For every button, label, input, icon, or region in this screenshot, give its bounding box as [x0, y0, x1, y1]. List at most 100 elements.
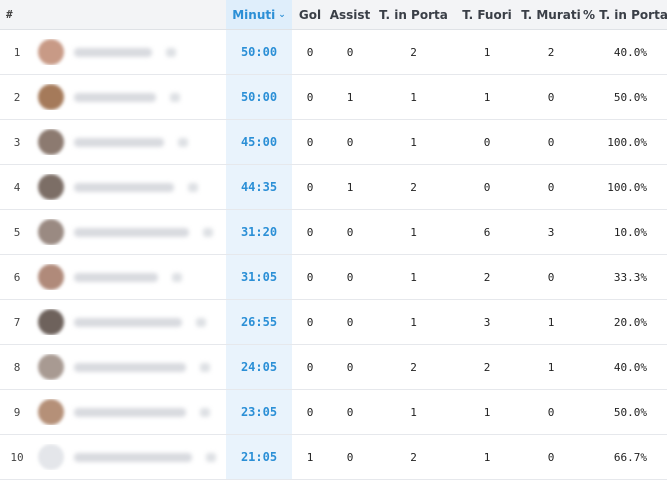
header-shots-off[interactable]: T. Fuori — [455, 8, 519, 22]
goals-cell: 1 — [306, 450, 314, 464]
player-role-blurred — [172, 272, 182, 282]
player-cell[interactable] — [34, 399, 226, 425]
player-cell[interactable] — [34, 309, 226, 335]
pct-on-cell: 10.0% — [613, 225, 647, 239]
table-row[interactable]: 4 44:35 0 1 2 0 0 100.0% — [0, 165, 667, 210]
player-cell[interactable] — [34, 39, 226, 65]
goals-cell: 0 — [306, 270, 314, 284]
player-name-blurred — [74, 407, 186, 417]
player-name-blurred — [74, 92, 156, 102]
shots-on-cell: 1 — [410, 270, 417, 284]
table-row[interactable]: 6 31:05 0 0 1 2 0 33.3% — [0, 255, 667, 300]
assists-cell: 0 — [346, 270, 354, 284]
pct-on-cell: 20.0% — [613, 315, 647, 329]
avatar — [38, 354, 64, 380]
header-shots-on[interactable]: T. in Porta — [372, 8, 455, 22]
player-cell[interactable] — [34, 219, 226, 245]
goals-cell: 0 — [306, 315, 314, 329]
row-num: 5 — [13, 225, 21, 239]
avatar — [38, 219, 64, 245]
player-cell[interactable] — [34, 444, 226, 470]
shots-blocked-cell: 1 — [547, 315, 555, 329]
assists-cell: 0 — [346, 45, 354, 59]
player-name-blurred — [74, 272, 158, 282]
shots-blocked-cell: 0 — [547, 450, 555, 464]
minutes-cell: 31:05 — [226, 255, 292, 299]
goals-cell: 0 — [306, 405, 314, 419]
shots-off-cell: 1 — [483, 450, 491, 464]
row-num: 8 — [13, 360, 21, 374]
table-row[interactable]: 2 50:00 0 1 1 1 0 50.0% — [0, 75, 667, 120]
avatar — [38, 84, 64, 110]
assists-cell: 1 — [346, 180, 354, 194]
table-header: # Minuti ⌄ Gol Assist T. in Porta T. Fuor… — [0, 0, 667, 30]
shots-blocked-cell: 3 — [547, 225, 555, 239]
minutes-cell: 24:05 — [226, 345, 292, 389]
shots-blocked-cell: 1 — [547, 360, 555, 374]
minutes-cell: 44:35 — [226, 165, 292, 209]
minutes-cell: 31:20 — [226, 210, 292, 254]
avatar — [38, 39, 64, 65]
row-num: 4 — [13, 180, 21, 194]
header-minutes[interactable]: Minuti ⌄ — [226, 0, 292, 29]
minutes-cell: 26:55 — [226, 300, 292, 344]
avatar — [38, 264, 64, 290]
table-row[interactable]: 9 23:05 0 0 1 1 0 50.0% — [0, 390, 667, 435]
table-row[interactable]: 8 24:05 0 0 2 2 1 40.0% — [0, 345, 667, 390]
shots-off-cell: 1 — [483, 45, 491, 59]
shots-on-cell: 1 — [410, 90, 417, 104]
player-name-blurred — [74, 227, 189, 237]
shots-off-cell: 2 — [483, 360, 491, 374]
header-minutes-label: Minuti — [232, 7, 276, 22]
pct-on-cell: 33.3% — [613, 270, 647, 284]
pct-on-cell: 50.0% — [613, 90, 647, 104]
header-shots-blocked[interactable]: T. Murati — [519, 8, 583, 22]
shots-on-cell: 2 — [410, 45, 417, 59]
table-row[interactable]: 1 50:00 0 0 2 1 2 40.0% — [0, 30, 667, 75]
shots-blocked-cell: 0 — [547, 180, 555, 194]
goals-cell: 0 — [306, 225, 314, 239]
goals-cell: 0 — [306, 360, 314, 374]
header-assists[interactable]: Assist — [328, 8, 372, 22]
table-row[interactable]: 5 31:20 0 0 1 6 3 10.0% — [0, 210, 667, 255]
header-pct-on[interactable]: % T. in Porta — [583, 8, 667, 22]
header-num[interactable]: # — [0, 8, 34, 21]
minutes-cell: 23:05 — [226, 390, 292, 434]
pct-on-cell: 40.0% — [613, 45, 647, 59]
player-name-blurred — [74, 47, 152, 57]
player-role-blurred — [170, 92, 180, 102]
minutes-cell: 21:05 — [226, 435, 292, 479]
player-cell[interactable] — [34, 264, 226, 290]
row-num: 3 — [13, 135, 21, 149]
assists-cell: 0 — [346, 450, 354, 464]
pct-on-cell: 100.0% — [607, 180, 647, 194]
table-row[interactable]: 7 26:55 0 0 1 3 1 20.0% — [0, 300, 667, 345]
table-row[interactable]: 10 21:05 1 0 2 1 0 66.7% — [0, 435, 667, 480]
player-cell[interactable] — [34, 129, 226, 155]
player-cell[interactable] — [34, 174, 226, 200]
assists-cell: 0 — [346, 135, 354, 149]
shots-off-cell: 6 — [483, 225, 491, 239]
shots-off-cell: 1 — [483, 90, 491, 104]
shots-on-cell: 1 — [410, 405, 417, 419]
goals-cell: 0 — [306, 90, 314, 104]
header-goals[interactable]: Gol — [292, 8, 328, 22]
player-name-blurred — [74, 362, 186, 372]
player-role-blurred — [188, 182, 198, 192]
shots-off-cell: 2 — [483, 270, 491, 284]
row-num: 7 — [13, 315, 21, 329]
minutes-cell: 45:00 — [226, 120, 292, 164]
shots-off-cell: 0 — [483, 180, 491, 194]
shots-on-cell: 2 — [410, 450, 417, 464]
player-stats-table: # Minuti ⌄ Gol Assist T. in Porta T. Fuor… — [0, 0, 667, 480]
pct-on-cell: 66.7% — [613, 450, 647, 464]
row-num: 9 — [13, 405, 21, 419]
shots-on-cell: 1 — [410, 315, 417, 329]
table-row[interactable]: 3 45:00 0 0 1 0 0 100.0% — [0, 120, 667, 165]
player-name-blurred — [74, 452, 192, 462]
player-cell[interactable] — [34, 354, 226, 380]
player-cell[interactable] — [34, 84, 226, 110]
row-num: 2 — [13, 90, 21, 104]
shots-off-cell: 0 — [483, 135, 491, 149]
row-num: 10 — [10, 450, 24, 464]
